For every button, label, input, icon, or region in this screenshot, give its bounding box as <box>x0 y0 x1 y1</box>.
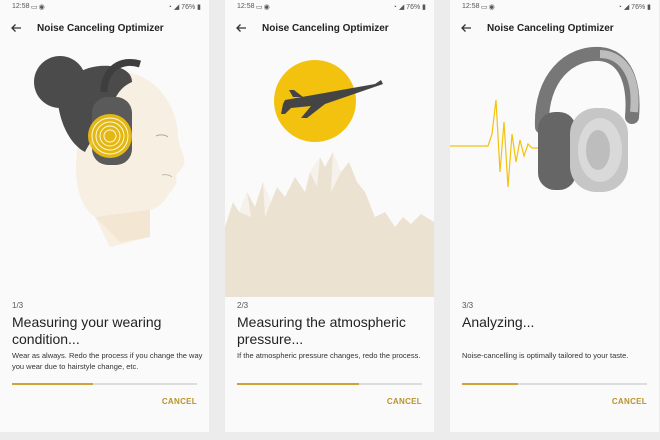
battery-icon: ▮ <box>647 4 651 11</box>
status-bar: 12:58 ▭◉ ◔ ◢ 76% ▮ <box>0 0 209 15</box>
progress-fill <box>12 383 94 385</box>
signal-icon: ◢ <box>398 4 405 11</box>
status-time: 12:58 <box>12 3 30 10</box>
battery-icon: ▮ <box>197 4 201 11</box>
airplane-mountains-illustration <box>225 60 434 297</box>
status-time: 12:58 <box>237 3 255 10</box>
headline: Analyzing... <box>462 314 535 330</box>
screen-analyzing: 12:58 ▭◉ ◔ ◢ 76% ▮ Noise Canceling Optim… <box>450 0 659 432</box>
screen-atmospheric-pressure: 12:58 ▭◉ ◔ ◢ 76% ▮ Noise Canceling Optim… <box>225 0 434 432</box>
step-indicator: 2/3 <box>237 301 249 310</box>
signal-icon: ◢ <box>173 4 180 11</box>
progress-bar <box>462 383 647 385</box>
status-time: 12:58 <box>462 3 480 10</box>
progress-fill <box>237 383 360 385</box>
cancel-button[interactable]: CANCEL <box>612 397 647 406</box>
cancel-button[interactable]: CANCEL <box>387 397 422 406</box>
head-headphones-illustration <box>34 56 185 247</box>
signal-icon: ◢ <box>623 4 630 11</box>
status-bar: 12:58 ▭◉ ◔ ◢ 76% ▮ <box>225 0 434 15</box>
description: Noise-cancelling is optimally tailored t… <box>462 351 629 360</box>
app-bar: Noise Canceling Optimizer <box>450 16 659 42</box>
battery-level: 76% <box>181 4 196 11</box>
notification-icons: ▭◉ <box>256 4 271 11</box>
battery-level: 76% <box>631 4 646 11</box>
progress-fill <box>462 383 518 385</box>
description: If the atmospheric pressure changes, red… <box>237 351 421 360</box>
wifi-icon: ◔ <box>167 4 172 11</box>
notification-icons: ▭◉ <box>31 4 46 11</box>
wifi-icon: ◔ <box>392 4 397 11</box>
headline: Measuring the atmospheric pressure... <box>237 314 406 347</box>
description: Wear as always. Redo the process if you … <box>12 351 203 371</box>
app-title: Noise Canceling Optimizer <box>37 23 164 34</box>
headphones-waveform-illustration <box>450 46 640 192</box>
status-bar: 12:58 ▭◉ ◔ ◢ 76% ▮ <box>450 0 659 15</box>
wifi-icon: ◔ <box>617 4 622 11</box>
screen-wearing-condition: 12:58 ▭◉ ◔ ◢ 76% ▮ Noise Canceling Optim… <box>0 0 209 432</box>
battery-icon: ▮ <box>422 4 426 11</box>
back-arrow-icon[interactable] <box>9 21 23 35</box>
battery-level: 76% <box>406 4 421 11</box>
back-arrow-icon[interactable] <box>234 21 248 35</box>
progress-bar <box>237 383 422 385</box>
headline: Measuring your wearing condition... <box>12 314 162 347</box>
cancel-button[interactable]: CANCEL <box>162 397 197 406</box>
progress-bar <box>12 383 197 385</box>
status-right: ◔ ◢ 76% ▮ <box>393 3 426 11</box>
notification-icons: ▭◉ <box>481 4 496 11</box>
app-title: Noise Canceling Optimizer <box>262 23 389 34</box>
status-right: ◔ ◢ 76% ▮ <box>618 3 651 11</box>
screens-stage: 12:58 ▭◉ ◔ ◢ 76% ▮ Noise Canceling Optim… <box>0 0 660 440</box>
step-indicator: 3/3 <box>462 301 474 310</box>
app-title: Noise Canceling Optimizer <box>487 23 614 34</box>
app-bar: Noise Canceling Optimizer <box>0 16 209 42</box>
status-right: ◔ ◢ 76% ▮ <box>168 3 201 11</box>
step-indicator: 1/3 <box>12 301 24 310</box>
app-bar: Noise Canceling Optimizer <box>225 16 434 42</box>
back-arrow-icon[interactable] <box>459 21 473 35</box>
